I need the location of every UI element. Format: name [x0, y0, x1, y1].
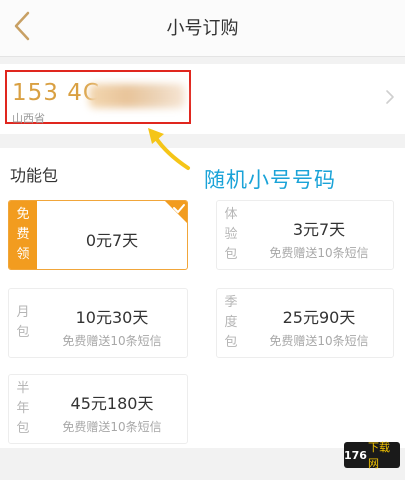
package-name: 45元180天	[70, 394, 154, 413]
number-blur-mask	[89, 84, 185, 108]
section-title: 功能包	[10, 166, 59, 185]
package-tag: 季度包	[224, 295, 238, 350]
package-name: 25元90天	[282, 308, 356, 327]
package-desc: 免费赠送10条短信	[269, 246, 369, 260]
package-desc: 免费赠送10条短信	[62, 420, 162, 434]
phone-number: 153 4C	[12, 80, 100, 106]
package-tag: 半年包	[16, 381, 30, 436]
package-name: 10元30天	[75, 308, 149, 327]
package-desc: 免费赠送10条短信	[62, 334, 162, 348]
package-monthly[interactable]: 月包 10元30天 免费赠送10条短信	[8, 288, 188, 358]
page-title: 小号订购	[166, 18, 239, 39]
chevron-right-icon[interactable]	[384, 88, 396, 106]
package-section: 功能包 随机小号号码 免费领 0元7天 体验包 3元7天 免费赠送10条短信 月…	[0, 148, 405, 448]
package-trial[interactable]: 体验包 3元7天 免费赠送10条短信	[216, 200, 394, 270]
number-card[interactable]: 153 4C 山西省	[0, 64, 405, 134]
package-name: 3元7天	[292, 220, 346, 239]
package-tag: 月包	[16, 305, 30, 340]
annotation-label: 随机小号号码	[204, 168, 336, 192]
package-quarterly[interactable]: 季度包 25元90天 免费赠送10条短信	[216, 288, 394, 358]
package-half-year[interactable]: 半年包 45元180天 免费赠送10条短信	[8, 374, 188, 444]
province-label: 山西省	[12, 112, 45, 125]
package-tag: 免费领	[9, 201, 37, 269]
arrow-icon	[148, 128, 190, 170]
package-free[interactable]: 免费领 0元7天	[8, 200, 188, 270]
nav-header: 小号订购	[0, 0, 405, 57]
package-tag: 体验包	[224, 207, 238, 262]
package-desc: 免费赠送10条短信	[269, 334, 369, 348]
number-highlight-box: 153 4C 山西省	[5, 70, 191, 125]
check-icon	[165, 201, 187, 223]
watermark-logo: 176 下载网	[344, 441, 400, 470]
package-name: 0元7天	[85, 231, 139, 250]
